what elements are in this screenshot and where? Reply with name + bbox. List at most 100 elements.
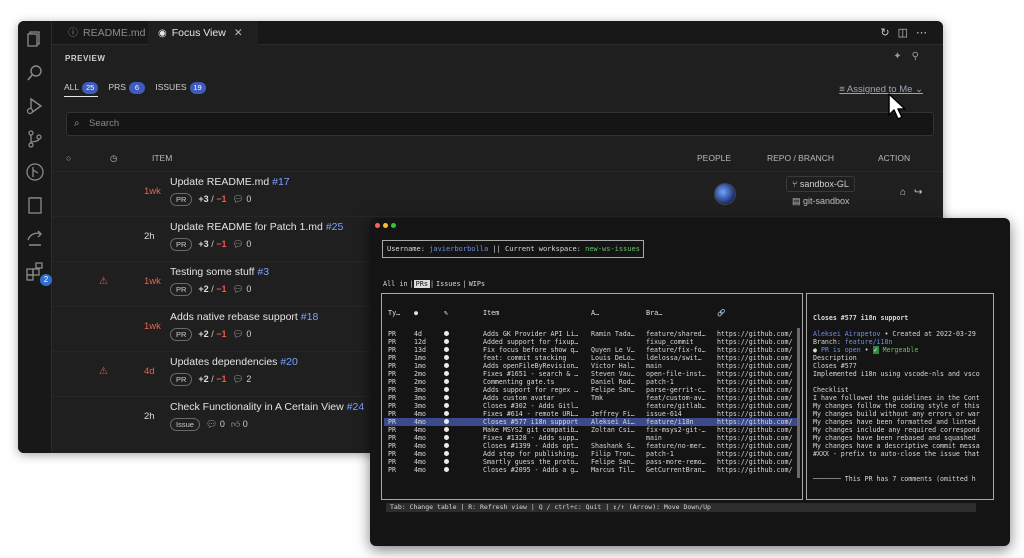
pr-cell: 1mo [414, 362, 426, 370]
tab-issues[interactable]: Issues [434, 280, 463, 288]
row-title[interactable]: Adds native rebase support #18 [170, 311, 318, 323]
assigned-filter-dropdown[interactable]: ≡ Assigned to Me ⌄ [839, 84, 923, 95]
pr-cell: Closes #1399 - Adds opt… [483, 442, 579, 450]
pr-row[interactable]: PR 4mo Closes #2095 - Adds a g… Marcus Til…… [384, 466, 800, 474]
pr-cell: PR [388, 418, 396, 426]
row-actions: ⌂↪ [900, 187, 930, 198]
pr-row[interactable]: PR 3mo Adds custom avatar Tmk feat/custom-av… [384, 394, 800, 402]
workspace: new-ws-issues [585, 245, 640, 253]
pr-row[interactable]: PR 4mo Make MSYS2 git compatib… Zoltan Csi…… [384, 426, 800, 434]
pr-row[interactable]: PR 3mo Closes #302 - Adds Gitl… feature/git… [384, 402, 800, 410]
close-window-icon[interactable] [375, 223, 380, 228]
pr-cell: ldelossa/swit… [646, 354, 702, 362]
row-title[interactable]: Check Functionality in A Certain View #2… [170, 401, 364, 413]
close-tab-icon[interactable]: ✕ [234, 27, 243, 39]
minimize-window-icon[interactable] [383, 223, 388, 228]
type-badge: PR [170, 328, 193, 341]
table-row[interactable]: 1wk Update README.md #17 PR +3 / −1 💬︎ 0 ⑂… [52, 171, 943, 216]
open-bullet-icon [444, 354, 449, 362]
repo-badge[interactable]: ⑂ sandbox-GL [786, 176, 855, 192]
tab-readme[interactable]: ⓘ README.md [60, 21, 148, 45]
pr-cell: Added support for fixup… [483, 338, 579, 346]
more-actions-icon[interactable]: ⋯ [916, 27, 935, 39]
open-folder-icon[interactable]: ⌂ [900, 187, 914, 198]
row-title[interactable]: Update README for Patch 1.md #25 [170, 221, 343, 233]
pr-cell: PR [388, 466, 396, 474]
maximize-window-icon[interactable] [391, 223, 396, 228]
pr-cell: parse-gerrit-c… [646, 386, 706, 394]
detail-text-line: Description [813, 354, 857, 362]
refresh-icon[interactable]: ↻ [880, 27, 897, 39]
pr-cell: 4mo [414, 442, 426, 450]
gitlens-icon[interactable] [25, 162, 45, 182]
list-scrollbar[interactable] [797, 328, 800, 478]
pr-row[interactable]: PR 1mo feat: commit stacking Louis DeLo… lde… [384, 354, 800, 362]
pr-row[interactable]: PR 1mo Adds openFileByRevision… Victor Hal…… [384, 362, 800, 370]
extensions-badge: 2 [40, 274, 52, 286]
pr-cell: feat/custom-av… [646, 394, 706, 402]
tab-wips[interactable]: WIPs [467, 280, 487, 288]
remote-icon[interactable] [25, 228, 45, 248]
pr-row[interactable]: PR 4mo Fixes #1328 - Adds supp… main https:/… [384, 434, 800, 442]
pr-cell: PR [388, 442, 396, 450]
pr-row[interactable]: PR 2mo Fixes #1651 - search & … Steven Vau…… [384, 370, 800, 378]
row-title[interactable]: Update README.md #17 [170, 176, 290, 188]
pr-row[interactable]: PR 4mo Smartly guess the proto… Felipe San…… [384, 458, 800, 466]
sparkle-icon[interactable]: ✦ [893, 51, 911, 62]
pr-row[interactable]: PR 2mo Commenting gate.ts Daniel Rod… patch-… [384, 378, 800, 386]
pr-cell: PR [388, 394, 396, 402]
row-age: 1wk [144, 321, 161, 332]
pr-row[interactable]: PR 4mo Closes #1399 - Adds opt… Shashank S…… [384, 442, 800, 450]
pr-row[interactable]: PR 4mo Add step for publishing… Filip Tron…… [384, 450, 800, 458]
pr-cell: 3mo [414, 386, 426, 394]
pr-row[interactable]: PR 4d Adds GK Provider API Li… Ramin Tada… f… [384, 330, 800, 338]
pr-cell: https://github.com/ [717, 338, 793, 346]
pr-row[interactable]: PR 3mo Adds support for regex … Felipe San…… [384, 386, 800, 394]
comment-icon: 💬︎ [205, 419, 220, 429]
pr-cell: patch-1 [646, 378, 674, 386]
source-control-icon[interactable] [25, 129, 45, 149]
col-item: Item [483, 309, 500, 317]
pin-icon[interactable]: ⚲ [912, 51, 929, 62]
extensions-icon[interactable]: 2 [25, 261, 52, 286]
filter-all[interactable]: ALL 25 [64, 82, 99, 97]
pr-cell: PR [388, 386, 396, 394]
detail-title: Closes #577 i18n support [813, 314, 909, 322]
explorer-icon[interactable] [25, 29, 45, 49]
row-title[interactable]: Testing some stuff #3 [170, 266, 269, 278]
avatar[interactable] [714, 183, 736, 205]
pr-cell: Closes #577 i18n support [483, 418, 579, 426]
filter-issues[interactable]: ISSUES 19 [155, 82, 206, 94]
switch-branch-icon[interactable]: ↪ [914, 187, 930, 198]
open-bullet-icon [444, 410, 449, 418]
pr-cell: https://github.com/ [717, 426, 793, 434]
pr-row[interactable]: PR 4mo Fixes #614 - remote URL… Jeffrey Fi…… [384, 410, 800, 418]
pr-cell: main [646, 362, 662, 370]
pr-row[interactable]: PR 12d Added support for fixup… fixup_commi… [384, 338, 800, 346]
pr-row[interactable]: PR 4mo Closes #577 i18n support Aleksei Ai…… [384, 418, 800, 426]
notebook-icon[interactable] [25, 195, 45, 215]
pr-row[interactable]: PR 13d Fix focus before show q… Quyen Le V…… [384, 346, 800, 354]
pr-cell: 12d [414, 338, 426, 346]
type-badge: PR [170, 193, 193, 206]
filter-prs[interactable]: PRS 6 [109, 82, 145, 94]
pr-cell: Closes #302 - Adds Gitl… [483, 402, 579, 410]
pr-cell: Ramin Tada… [591, 330, 635, 338]
tab-focus-view[interactable]: ◉ Focus View ✕ [148, 21, 258, 45]
run-debug-icon[interactable] [25, 96, 45, 116]
tab-all-in[interactable]: All in [381, 280, 410, 288]
pr-list-panel: Ty… ● ✎ Item A… Bra… 🔗 PR 4d Adds GK Provi… [381, 293, 803, 500]
pr-cell: PR [388, 434, 396, 442]
open-bullet-icon [444, 450, 449, 458]
split-editor-icon[interactable]: ◫ [898, 27, 916, 39]
row-title[interactable]: Updates dependencies #20 [170, 356, 298, 368]
search-input[interactable]: ⌕ Search [66, 112, 934, 136]
comment-icon: 💬︎ [232, 194, 247, 204]
pr-cell: feature/shared… [646, 330, 706, 338]
pr-cell: PR [388, 362, 396, 370]
pr-cell: https://github.com/ [717, 458, 793, 466]
pr-cell: Closes #2095 - Adds a g… [483, 466, 579, 474]
tab-prs[interactable]: PRs [413, 280, 430, 288]
detail-text-line: My changes build without any errors or w… [813, 410, 980, 418]
search-icon[interactable] [25, 63, 45, 83]
